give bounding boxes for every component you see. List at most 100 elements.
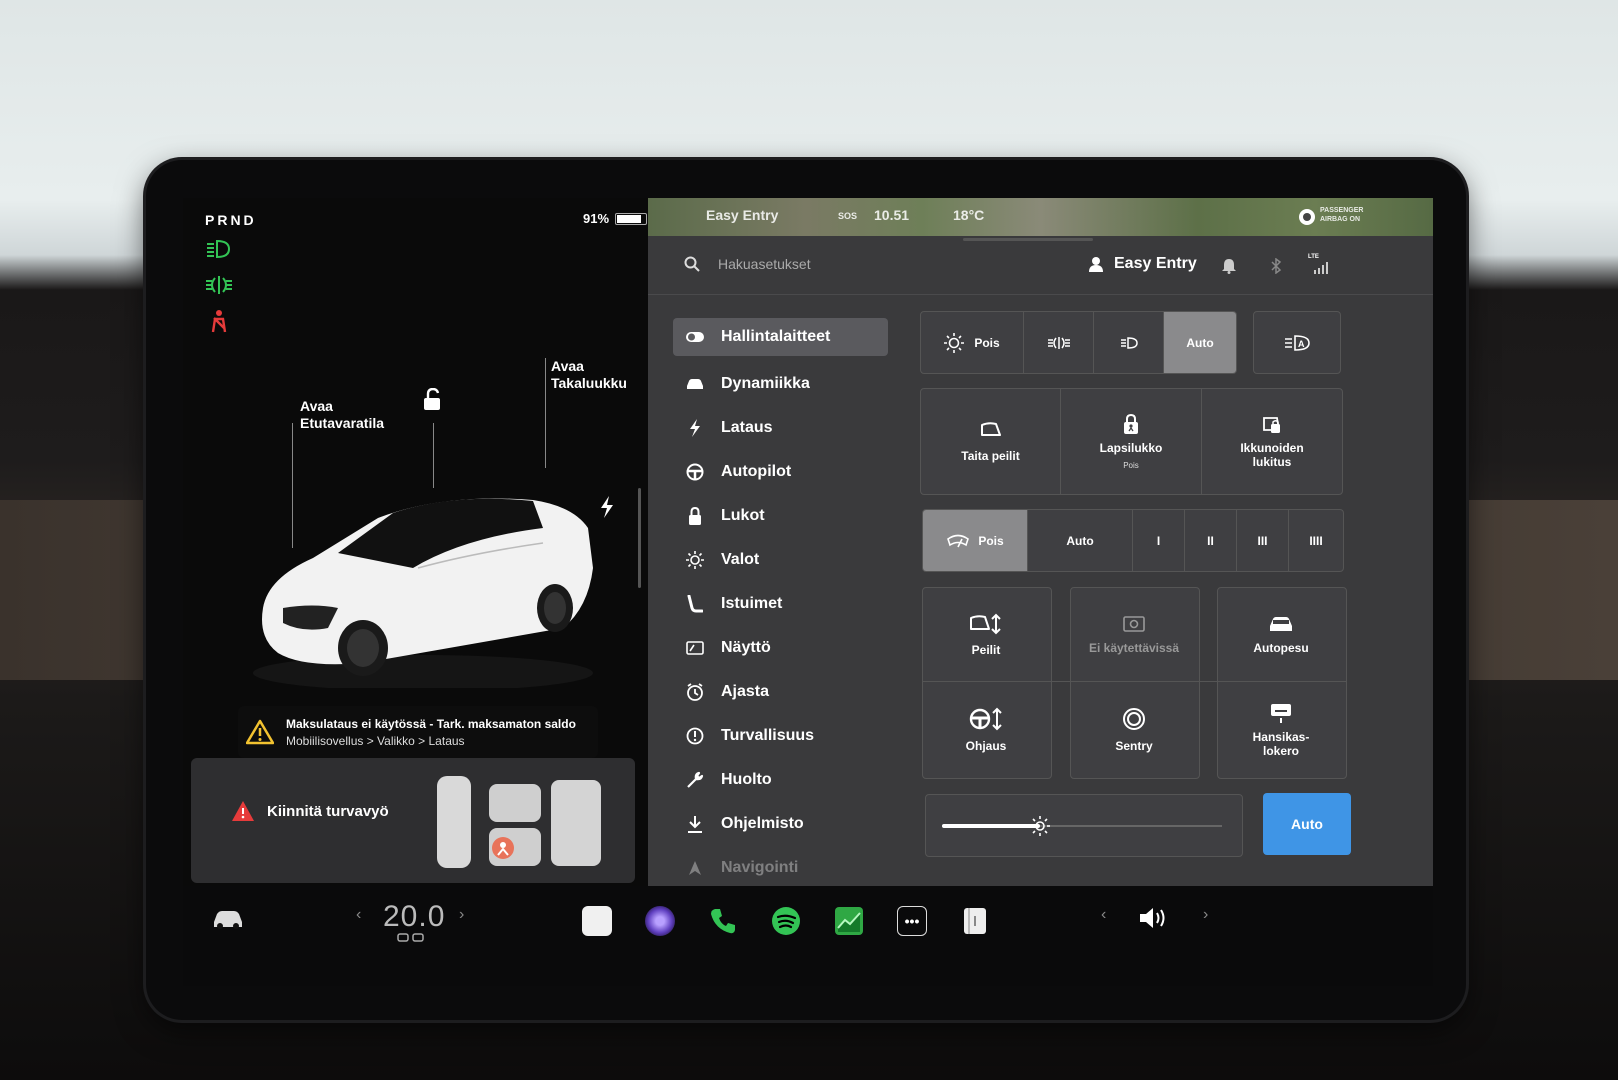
airbag-status: PASSENGER AIRBAG ON (1320, 207, 1364, 223)
mirror-icon (980, 421, 1001, 436)
menu-item-charging[interactable]: Lataus (673, 406, 888, 450)
fold-mirrors-button[interactable]: Taita peilit (921, 389, 1061, 494)
seat-heater-icon[interactable] (396, 932, 426, 944)
sun-icon (685, 550, 705, 570)
drag-handle[interactable] (963, 238, 1093, 241)
unavailable-tile: Ei käytettävissä (1070, 595, 1198, 675)
mirror-adjust-icon (970, 613, 1001, 635)
menu-item-schedule[interactable]: Ajasta (673, 670, 888, 714)
menu-item-software[interactable]: Ohjelmisto (673, 802, 888, 846)
more-apps-icon[interactable]: ••• (897, 906, 927, 936)
volume-down-arrow[interactable]: ‹ (1101, 906, 1106, 924)
charge-port-icon[interactable] (599, 496, 615, 518)
car-icon (685, 374, 705, 394)
sentry-icon (1123, 708, 1145, 730)
steering-tile[interactable]: Ohjaus (922, 690, 1050, 770)
car-controls-icon[interactable] (211, 906, 245, 930)
menu-item-service[interactable]: Huolto (673, 758, 888, 802)
menu-item-autopilot[interactable]: Autopilot (673, 450, 888, 494)
menu-item-dynamics[interactable]: Dynamiikka (673, 362, 888, 406)
map-temperature: 18°C (953, 207, 985, 223)
auto-high-beam-button[interactable]: A (1253, 311, 1341, 374)
seatbelt-card[interactable]: Kiinnitä turvavyö (191, 758, 635, 883)
wiper-icon (947, 534, 970, 547)
temp-down-arrow[interactable]: ‹ (356, 906, 361, 924)
steering-adjust-icon (969, 707, 1002, 731)
charging-alert[interactable]: Maksulataus ei käytössä - Tark. maksamat… (238, 706, 598, 758)
fog-lights-button[interactable] (1024, 312, 1094, 373)
car-wash-tile[interactable]: Autopesu (1217, 595, 1345, 675)
brightness-handle-icon[interactable] (1029, 815, 1051, 837)
cabin-temperature[interactable]: 20.0 (383, 900, 445, 934)
fog-light-icon (206, 276, 232, 294)
unlock-icon[interactable] (421, 388, 443, 412)
app-launcher-icon[interactable] (582, 906, 612, 936)
display-icon (685, 638, 705, 658)
mirrors-tile[interactable]: Peilit (922, 595, 1050, 675)
sun-icon (944, 332, 965, 353)
map-time: 10.51 (874, 207, 910, 223)
alert-triangle-icon (232, 801, 254, 821)
menu-item-display[interactable]: Näyttö (673, 626, 888, 670)
child-lock-icon (1124, 413, 1138, 434)
wipers-level-1[interactable]: I (1133, 510, 1185, 571)
menu-item-locks[interactable]: Lukot (673, 494, 888, 538)
alert-path: Mobiilisovellus > Valikko > Lataus (286, 733, 465, 748)
wipers-level-2[interactable]: II (1185, 510, 1237, 571)
search-icon (684, 256, 700, 272)
low-beam-icon (207, 239, 231, 259)
temp-up-arrow[interactable]: › (459, 906, 464, 924)
navigation-icon (685, 858, 705, 878)
menu-item-lights[interactable]: Valot (673, 538, 888, 582)
volume-icon[interactable] (1138, 906, 1170, 930)
phone-icon[interactable] (708, 906, 738, 936)
window-lock-icon (1263, 416, 1281, 433)
camera-icon[interactable] (645, 906, 675, 936)
warning-icon (246, 719, 274, 745)
settings-search[interactable]: Hakuasetukset (684, 256, 811, 272)
bolt-icon (685, 418, 705, 438)
car-3d-render[interactable] (243, 458, 623, 688)
bell-icon[interactable] (1222, 258, 1236, 274)
svg-text:A: A (1298, 339, 1305, 349)
map-profile: Easy Entry (706, 207, 779, 223)
car-wash-icon (1270, 617, 1292, 631)
map-strip[interactable]: Easy Entry SOS 10.51 18°C PASSENGER AIRB… (648, 198, 1433, 236)
child-lock-state: Pois (1123, 461, 1139, 470)
sentry-tile[interactable]: Sentry (1070, 690, 1198, 770)
driver-profile[interactable]: Easy Entry (1088, 255, 1197, 273)
wiper-control: Pois Auto I II III IIII (922, 509, 1344, 572)
bluetooth-icon[interactable] (1270, 258, 1282, 274)
energy-app-icon[interactable] (834, 906, 864, 936)
map-sos: SOS (838, 211, 858, 221)
info-icon (685, 726, 705, 746)
wipers-off-button[interactable]: Pois (923, 510, 1028, 571)
spotify-icon[interactable] (771, 906, 801, 936)
menu-item-navigation[interactable]: Navigointi (673, 846, 888, 890)
parking-lights-button[interactable] (1094, 312, 1164, 373)
steering-wheel-icon (685, 462, 705, 482)
car-status-panel: PRND 91% Avaa Etutavaratila Avaa Takaluu… (183, 198, 668, 906)
alert-title: Maksulataus ei käytössä - Tark. maksamat… (286, 716, 576, 731)
wipers-level-3[interactable]: III (1237, 510, 1289, 571)
headlights-auto-button[interactable]: Auto (1164, 312, 1236, 373)
open-trunk-label[interactable]: Avaa Takaluukku (551, 358, 627, 392)
headlights-off-button[interactable]: Pois (921, 312, 1024, 373)
wipers-auto-button[interactable]: Auto (1028, 510, 1133, 571)
manual-icon[interactable] (960, 906, 990, 936)
glovebox-tile[interactable]: Hansikas- lokero (1217, 690, 1345, 770)
brightness-auto-button[interactable]: Auto (1263, 793, 1351, 855)
airbag-icon (1299, 209, 1315, 225)
wipers-level-4[interactable]: IIII (1289, 510, 1343, 571)
menu-item-seats[interactable]: Istuimet (673, 582, 888, 626)
child-lock-button[interactable]: Lapsilukko Pois (1061, 389, 1202, 494)
window-lock-button[interactable]: Ikkunoiden lukitus (1202, 389, 1342, 494)
clock-icon (685, 682, 705, 702)
bottom-dock: ‹ 20.0 › ••• ‹ › (183, 886, 1433, 986)
battery-icon (615, 212, 648, 225)
menu-item-safety[interactable]: Turvallisuus (673, 714, 888, 758)
open-frunk-label[interactable]: Avaa Etutavaratila (300, 398, 384, 432)
volume-up-arrow[interactable]: › (1203, 906, 1208, 924)
menu-item-controls[interactable]: Hallintalaitteet (673, 318, 888, 356)
seat-map-icon (437, 776, 601, 868)
